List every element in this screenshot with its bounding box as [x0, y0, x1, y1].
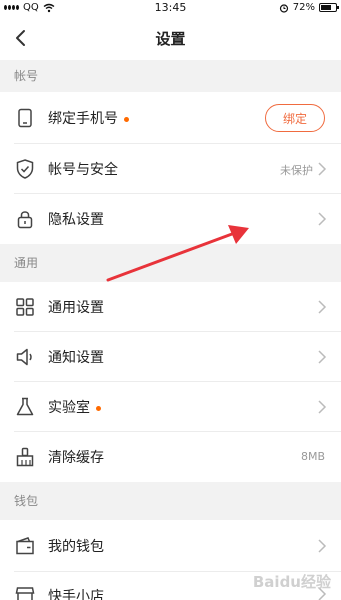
grid-icon — [16, 298, 34, 316]
shop-icon — [15, 587, 35, 600]
security-status-value: 未保护 — [280, 164, 313, 177]
row-account-security[interactable]: 帐号与安全 未保护 — [0, 144, 341, 194]
row-my-wallet[interactable]: 我的钱包 — [0, 520, 341, 572]
row-notification-settings[interactable]: 通知设置 — [0, 332, 341, 382]
chevron-right-icon — [318, 212, 327, 226]
row-general-settings[interactable]: 通用设置 — [0, 282, 341, 332]
row-bind-phone[interactable]: 绑定手机号 绑定 — [0, 92, 341, 144]
section-header-wallet: 钱包 — [0, 482, 341, 520]
row-label-text: 绑定手机号 — [48, 111, 118, 127]
row-lab[interactable]: 实验室 — [0, 382, 341, 432]
phone-icon — [18, 108, 32, 128]
new-dot-indicator — [96, 405, 101, 411]
row-label: 通用设置 — [48, 300, 104, 316]
baidu-watermark: Baidu经验 — [252, 573, 331, 591]
broom-icon — [16, 447, 34, 467]
section-header-account: 帐号 — [0, 60, 341, 92]
alarm-icon — [279, 3, 288, 13]
row-privacy-settings[interactable]: 隐私设置 — [0, 194, 341, 244]
flask-icon — [16, 397, 34, 416]
lock-icon — [17, 211, 33, 229]
new-dot-indicator — [124, 116, 129, 122]
bind-button[interactable]: 绑定 — [265, 104, 325, 132]
chevron-right-icon — [318, 162, 327, 176]
row-label: 隐私设置 — [48, 212, 104, 228]
chevron-right-icon — [318, 300, 327, 314]
row-label-text: 实验室 — [48, 400, 90, 416]
shield-icon — [16, 159, 34, 179]
row-clear-cache[interactable]: 清除缓存 8MB — [0, 432, 341, 482]
row-label: 帐号与安全 — [48, 162, 118, 178]
cache-size-value: 8MB — [300, 450, 325, 463]
chevron-right-icon — [318, 350, 327, 364]
wallet-icon — [16, 537, 34, 555]
row-label: 绑定手机号 — [48, 108, 129, 128]
chevron-right-icon — [318, 539, 327, 553]
section-header-general: 通用 — [0, 244, 341, 282]
row-label: 通知设置 — [48, 350, 104, 366]
row-label: 实验室 — [48, 397, 101, 417]
page-title: 设置 — [155, 30, 186, 48]
nav-bar: 设置 — [0, 16, 341, 60]
speaker-icon — [16, 348, 32, 366]
status-bar: QQ 13:45 72% — [0, 0, 341, 16]
row-label: 快手小店 — [48, 589, 104, 600]
chevron-right-icon — [318, 400, 327, 414]
row-label: 我的钱包 — [48, 539, 104, 555]
battery-icon — [319, 3, 339, 12]
battery-percent: 72% — [292, 2, 315, 13]
status-right: 72% — [279, 2, 339, 13]
row-label: 清除缓存 — [48, 450, 104, 466]
